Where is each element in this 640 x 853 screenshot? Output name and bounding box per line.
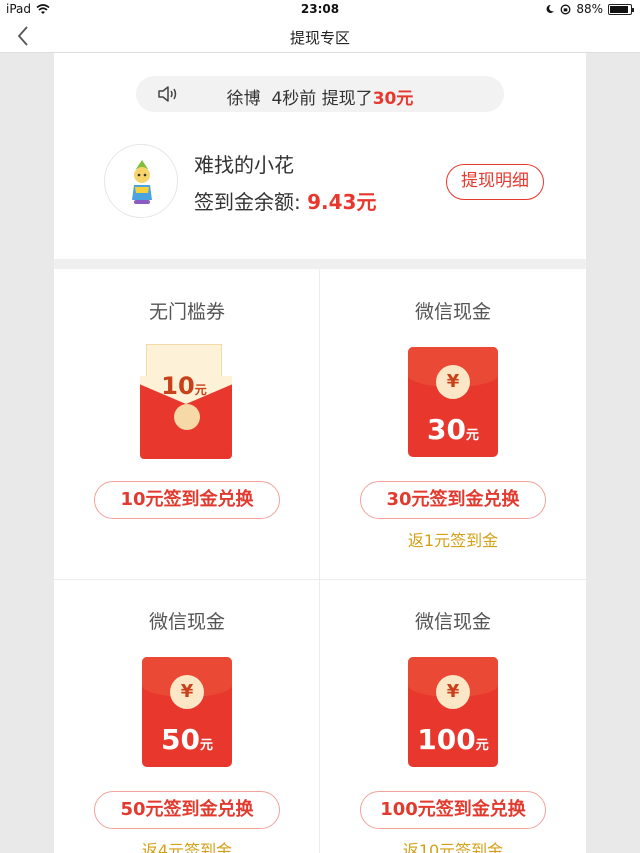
user-panel: 难找的小花 签到金余额: 9.43元 提现明细: [54, 133, 586, 259]
ticker-name: 徐博: [226, 89, 261, 109]
reward-title: 微信现金: [414, 301, 491, 323]
withdrawal-detail-button[interactable]: 提现明细: [446, 164, 544, 200]
envelope-amount-unit: 元: [475, 738, 489, 753]
main-content: 徐博 4秒前 提现了30元 难找的小花 签到金余额: 9.43元 提现明细 无门…: [54, 53, 586, 853]
envelope-amount: 100元: [408, 723, 498, 756]
page-title: 提现专区: [289, 29, 350, 47]
red-envelope-icon: ¥ 30元: [408, 347, 498, 457]
reward-card-cash-30: 微信现金 ¥ 30元 30元签到金兑换 返1元签到金: [320, 269, 586, 579]
red-envelope-icon: ¥ 50元: [142, 657, 232, 767]
exchange-button[interactable]: 50元签到金兑换: [94, 791, 280, 829]
return-bonus-text: 返4元签到金: [141, 841, 233, 853]
battery-icon: [608, 3, 634, 15]
yuan-coin-icon: ¥: [436, 365, 470, 399]
envelope-amount: 50元: [142, 723, 232, 756]
envelope-amount-value: 100: [417, 723, 476, 756]
avatar-icon: [132, 160, 152, 204]
coupon-seal: [174, 404, 200, 430]
balance-value: 9.43元: [307, 190, 377, 214]
coupon-amount-value: 10: [161, 372, 195, 400]
ticker-message: 徐博 4秒前 提现了30元: [136, 84, 504, 109]
status-bar: iPad 23:08 88%: [0, 0, 640, 20]
balance-label: 签到金余额:: [194, 190, 301, 214]
withdrawal-ticker: 徐博 4秒前 提现了30元: [136, 76, 504, 112]
balance-line: 签到金余额: 9.43元: [194, 186, 376, 215]
ticker-time: 4秒前: [271, 89, 317, 109]
avatar[interactable]: [104, 144, 178, 218]
return-bonus-text: 返1元签到金: [407, 531, 499, 550]
envelope-amount-value: 30: [427, 413, 466, 446]
envelope-amount-unit: 元: [465, 428, 479, 443]
yuan-coin-icon: ¥: [436, 675, 470, 709]
battery-percent: 88%: [576, 2, 603, 16]
moon-icon: [546, 4, 555, 13]
coupon-envelope-icon: 10元: [140, 344, 232, 459]
reward-card-coupon-10: 无门槛券 10元 10元签到金兑换: [54, 269, 320, 579]
return-bonus-text: 返10元签到金: [402, 841, 504, 853]
reward-card-cash-100: 微信现金 ¥ 100元 100元签到金兑换 返10元签到金: [320, 579, 586, 853]
status-time: 23:08: [300, 2, 340, 16]
exchange-button[interactable]: 30元签到金兑换: [360, 481, 546, 519]
section-divider: [54, 259, 586, 269]
reward-title: 微信现金: [148, 611, 225, 633]
envelope-amount-value: 50: [161, 723, 200, 756]
exchange-button[interactable]: 10元签到金兑换: [94, 481, 280, 519]
ticker-action: 提现了: [321, 89, 373, 109]
ticker-amount: 30元: [372, 89, 414, 109]
reward-card-cash-50: 微信现金 ¥ 50元 50元签到金兑换 返4元签到金: [54, 579, 320, 853]
red-envelope-icon: ¥ 100元: [408, 657, 498, 767]
coupon-amount-unit: 元: [194, 383, 207, 397]
yuan-coin-icon: ¥: [170, 675, 204, 709]
user-name: 难找的小花: [194, 153, 294, 177]
nav-bar: 提现专区: [0, 20, 640, 53]
coupon-amount: 10元: [148, 372, 220, 400]
exchange-button[interactable]: 100元签到金兑换: [360, 791, 546, 829]
reward-grid: 无门槛券 10元 10元签到金兑换 微信现金 ¥ 30元 30元签到金兑换 返1…: [54, 269, 586, 853]
reward-title: 无门槛券: [148, 301, 225, 323]
envelope-amount-unit: 元: [199, 738, 213, 753]
rotation-lock-icon: [560, 4, 571, 14]
status-right: 88%: [545, 2, 634, 16]
reward-title: 微信现金: [414, 611, 491, 633]
envelope-amount: 30元: [408, 413, 498, 446]
